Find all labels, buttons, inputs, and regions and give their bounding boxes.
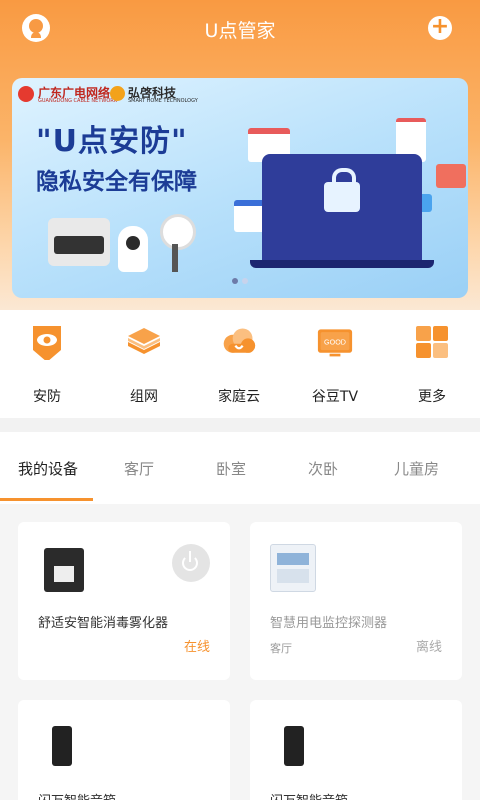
shortcut-home-cloud[interactable]: 家庭云 — [204, 324, 274, 406]
device-status: 在线 — [183, 640, 210, 655]
shortcut-label: 组网 — [130, 389, 158, 405]
grid-more-icon — [416, 326, 448, 358]
watermark-sub: SHOUJISHU.COM — [393, 789, 460, 798]
stand-camera-image — [160, 214, 196, 272]
device-card[interactable]: 舒适安智能消毒雾化器 在线 — [18, 522, 230, 680]
mail-icon — [436, 164, 466, 188]
app-title: U点管家 — [204, 20, 276, 42]
tab-living-room[interactable]: 客厅 — [124, 458, 154, 479]
banner-subline: 隐私安全有保障 — [36, 169, 197, 195]
cloud-icon — [223, 328, 256, 353]
device-room: 客厅 — [270, 642, 292, 655]
gd-cable-logo-icon — [18, 86, 34, 102]
logo2-sub: SMART HOME TECHNOLOGY — [128, 98, 198, 104]
carousel-dot-active[interactable] — [232, 278, 238, 284]
network-layers-icon — [128, 328, 160, 354]
promo-banner[interactable]: 广东广电网络 GUANGDONG CABLE NETWORK 弘啓科技 SMAR… — [12, 78, 468, 298]
laptop-base — [250, 260, 434, 268]
security-camera-icon — [33, 326, 61, 362]
device-name: 舒适安智能消毒雾化器 — [38, 616, 169, 631]
active-tab-indicator — [0, 498, 93, 501]
shortcut-label: 谷豆TV — [311, 389, 359, 405]
hongqi-logo-icon — [110, 86, 125, 101]
add-device-button[interactable]: + — [428, 16, 452, 40]
tab-second-bedroom[interactable]: 次卧 — [308, 458, 338, 479]
gateway-device-image — [48, 218, 110, 266]
power-toggle-icon[interactable] — [172, 544, 210, 582]
shortcut-security[interactable]: 安防 — [12, 324, 82, 406]
device-image — [44, 548, 84, 592]
device-name: 闪万智能音箱 — [270, 790, 348, 800]
device-card[interactable]: 智慧用电监控探测器 客厅 离线 — [250, 522, 462, 680]
dome-camera-image — [118, 226, 148, 272]
tab-kids-room[interactable]: 儿童房 — [394, 458, 439, 479]
room-tabs: 我的设备 客厅 卧室 次卧 儿童房 — [0, 432, 480, 504]
shortcut-label: 安防 — [33, 389, 61, 405]
tab-bedroom[interactable]: 卧室 — [216, 458, 246, 479]
lock-icon — [324, 168, 360, 212]
device-image — [284, 726, 304, 766]
devices-section: 我的设备 客厅 卧室 次卧 儿童房 舒适安智能消毒雾化器 在线 智慧用电监控探测… — [0, 432, 480, 800]
device-name: 闪万智能音箱 — [38, 790, 116, 800]
shortcut-network[interactable]: 组网 — [109, 324, 179, 406]
tv-icon: GOOD — [317, 329, 353, 357]
device-name: 智慧用电监控探测器 — [270, 616, 388, 631]
shortcut-gudou-tv[interactable]: GOOD 谷豆TV — [300, 324, 370, 406]
shortcut-grid: 安防 组网 家庭云 GOOD 谷豆TV 更多 — [0, 310, 480, 418]
tab-my-devices[interactable]: 我的设备 — [18, 458, 78, 479]
banner-headline: "U点安防" — [36, 124, 188, 159]
device-image — [52, 726, 72, 766]
shortcut-label: 更多 — [418, 389, 446, 405]
device-image — [270, 544, 316, 592]
logo1-sub: GUANGDONG CABLE NETWORK — [38, 98, 118, 104]
shortcut-label: 家庭云 — [218, 389, 260, 405]
device-card[interactable]: 闪万智能音箱 — [18, 700, 230, 800]
carousel-dot[interactable] — [242, 278, 248, 284]
device-status: 离线 — [415, 640, 442, 655]
shortcut-more[interactable]: 更多 — [397, 324, 467, 406]
svg-text:GOOD: GOOD — [324, 338, 346, 347]
